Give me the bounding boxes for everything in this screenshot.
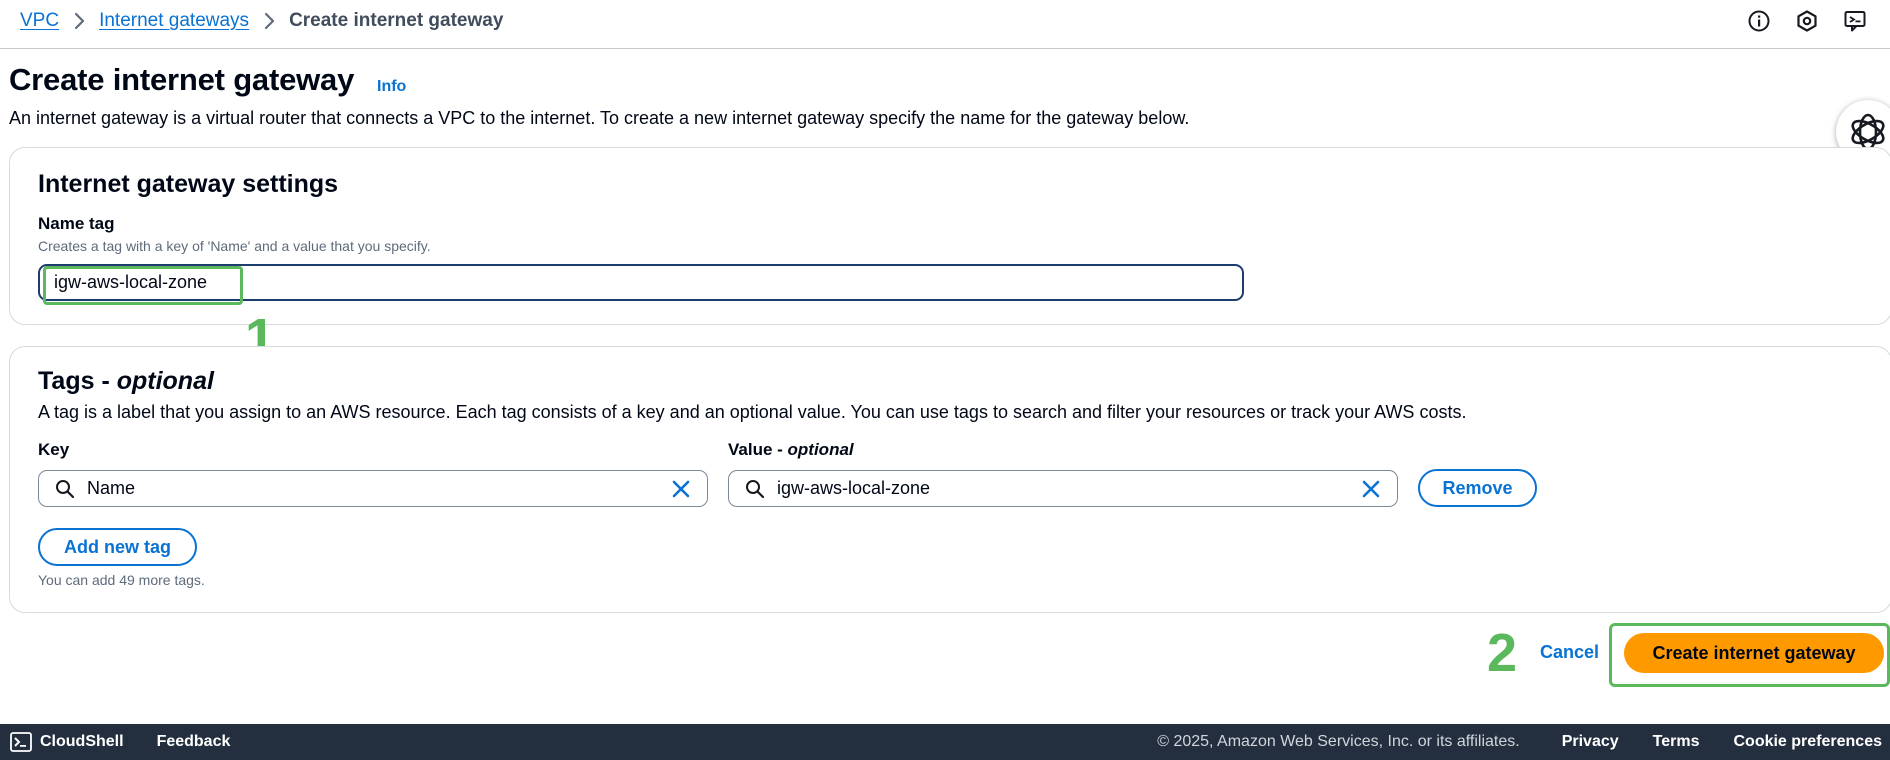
info-circle-icon[interactable]	[1746, 8, 1772, 34]
tag-key-input[interactable]: Name	[38, 470, 708, 507]
remove-tag-button[interactable]: Remove	[1418, 469, 1537, 507]
clear-key-icon[interactable]	[671, 479, 691, 499]
breadcrumb: VPC Internet gateways Create internet ga…	[20, 10, 503, 32]
tag-key-value: Name	[87, 478, 136, 498]
page-title: Create internet gateway	[9, 62, 355, 97]
settings-heading: Internet gateway settings	[38, 170, 339, 198]
add-new-tag-button[interactable]: Add new tag	[38, 528, 197, 566]
console-footer: CloudShell Feedback © 2025, Amazon Web S…	[0, 724, 1890, 760]
page-description: An internet gateway is a virtual router …	[9, 108, 1190, 128]
tags-panel: Tags - optional A tag is a label that yo…	[9, 346, 1890, 613]
top-navigation-bar: VPC Internet gateways Create internet ga…	[0, 0, 1890, 49]
cancel-button[interactable]: Cancel	[1540, 642, 1599, 663]
terminal-icon	[10, 732, 32, 752]
info-link[interactable]: Info	[377, 78, 406, 96]
name-tag-label: Name tag	[38, 214, 115, 233]
terms-link[interactable]: Terms	[1653, 733, 1700, 751]
tag-value-label: Value - optional	[728, 440, 854, 460]
step-2-marker: 2	[1487, 623, 1518, 683]
search-icon	[55, 479, 75, 499]
tag-value-label-text: Value -	[728, 440, 788, 459]
tags-description: A tag is a label that you assign to an A…	[38, 402, 1467, 422]
top-icon-group	[1724, 8, 1890, 34]
breadcrumb-vpc[interactable]: VPC	[20, 10, 59, 32]
breadcrumb-internet-gateways[interactable]: Internet gateways	[99, 10, 249, 32]
cloudshell-button[interactable]: CloudShell	[10, 732, 124, 752]
create-internet-gateway-button[interactable]: Create internet gateway	[1624, 633, 1884, 673]
cloudshell-label: CloudShell	[40, 733, 124, 750]
copyright-text: © 2025, Amazon Web Services, Inc. or its…	[1157, 733, 1520, 750]
chevron-right-icon	[263, 12, 275, 30]
name-tag-input-value: igw-aws-local-zone	[54, 272, 208, 292]
clear-value-icon[interactable]	[1361, 479, 1381, 499]
tag-value-input[interactable]: igw-aws-local-zone	[728, 470, 1398, 507]
name-tag-description: Creates a tag with a key of 'Name' and a…	[38, 238, 431, 254]
privacy-link[interactable]: Privacy	[1562, 733, 1619, 751]
cookie-preferences-link[interactable]: Cookie preferences	[1733, 733, 1882, 751]
settings-hexagon-icon[interactable]	[1794, 8, 1820, 34]
name-tag-input[interactable]: igw-aws-local-zone	[38, 264, 1244, 301]
tag-value-value: igw-aws-local-zone	[777, 478, 931, 498]
tags-heading-text: Tags -	[38, 367, 117, 395]
tag-key-label: Key	[38, 440, 70, 459]
tags-heading: Tags - optional	[38, 367, 214, 396]
search-icon	[745, 479, 765, 499]
internet-gateway-settings-panel: Internet gateway settings Name tag Creat…	[9, 147, 1890, 325]
tags-heading-optional: optional	[116, 367, 214, 395]
tag-value-label-optional: optional	[787, 440, 854, 459]
tags-limit-text: You can add 49 more tags.	[38, 572, 205, 588]
chevron-right-icon	[73, 12, 85, 30]
feedback-chat-icon[interactable]	[1842, 8, 1868, 34]
breadcrumb-current-page: Create internet gateway	[289, 10, 504, 31]
feedback-link[interactable]: Feedback	[157, 733, 231, 751]
